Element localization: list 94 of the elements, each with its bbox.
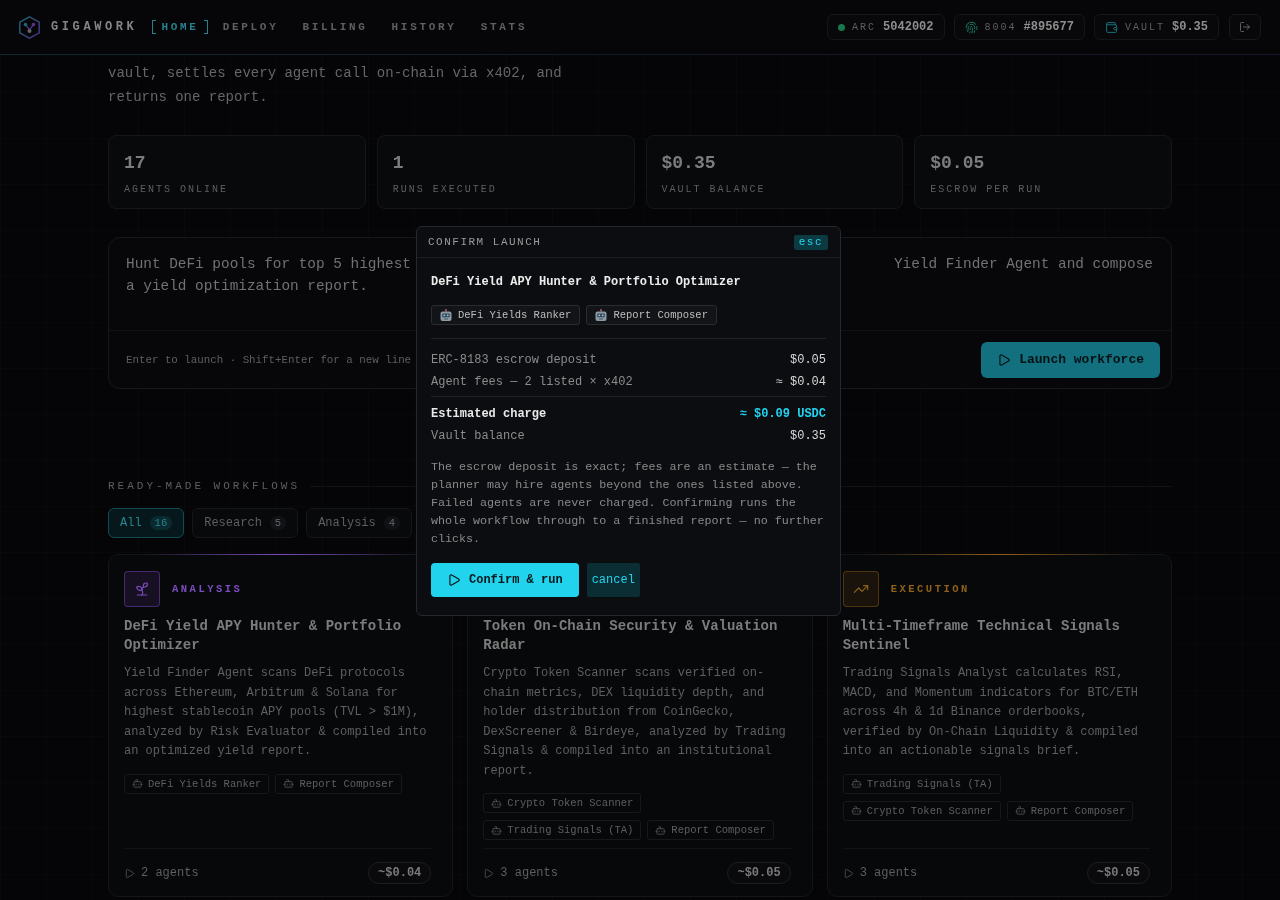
confirm-button[interactable]: Confirm & run <box>431 563 579 597</box>
nav-link[interactable]: HISTORY <box>382 17 466 37</box>
stat-label: RUNS EXECUTED <box>392 184 498 196</box>
section-title: READY-MADE WORKFLOWS <box>108 479 301 493</box>
agent-name: Report Composer <box>1030 804 1126 817</box>
prompt-text: Yield Finder Agent and compose <box>893 255 1153 274</box>
prompt-hint: Enter to launch · Shift+Enter for a new line <box>126 353 412 366</box>
status-dot-icon <box>838 23 846 31</box>
card-description: Crypto Token Scanner scans verified on-chain metrics, DEX liquidity depth, and holder distribution from CoinGecko, DexScreener & Birdeye, analyzed by Trading Signals & compiled into an institutional report. <box>483 665 787 780</box>
esc-button[interactable]: esc <box>793 234 828 250</box>
logout-icon <box>1239 21 1251 33</box>
agent-name: Report Composer <box>671 824 766 836</box>
cost-value: ≈ $0.04 <box>775 375 826 389</box>
stat-value: $0.05 <box>930 152 986 174</box>
category-label: ANALYSIS <box>172 583 243 595</box>
robot-icon <box>655 824 667 836</box>
stat-label: VAULT BALANCE <box>661 184 767 196</box>
card-title: DeFi Yield APY Hunter & Portfolio Optimizer <box>124 617 403 655</box>
robot-icon <box>1014 805 1026 816</box>
stat-value: 1 <box>392 152 405 174</box>
robot-icon <box>850 805 862 816</box>
prompt-text: Hunt DeFi pools for top 5 highest <box>126 255 411 274</box>
workflow-name: DeFi Yield APY Hunter & Portfolio Optimizer <box>431 274 742 290</box>
cost-value: $0.35 <box>790 429 826 443</box>
robot-icon <box>132 778 143 789</box>
agent-name: DeFi Yields Ranker <box>148 777 262 790</box>
agent-name: Trading Signals (TA) <box>866 777 993 790</box>
stat-value: $0.35 <box>661 152 717 174</box>
filter-tab[interactable]: All 16 <box>108 508 185 538</box>
filter-tab[interactable]: Research 5 <box>192 508 299 538</box>
nav-link[interactable]: HOME <box>152 17 208 37</box>
robot-icon <box>595 309 608 321</box>
agent-name: Crypto Token Scanner <box>507 797 634 809</box>
price-tag: ~$0.05 <box>1086 862 1150 884</box>
nav-link[interactable]: DEPLOY <box>213 17 288 37</box>
card-title: Token On-Chain Security & Valuation Radar <box>483 617 779 655</box>
pill-label: VAULT <box>1124 21 1165 33</box>
cost-value: $0.05 <box>790 353 826 367</box>
count-badge: 16 <box>149 516 173 530</box>
trend-up-icon <box>842 571 879 607</box>
play-icon <box>447 573 461 587</box>
count-badge: 4 <box>383 516 401 530</box>
robot-icon <box>491 824 503 836</box>
card-description: Yield Finder Agent scans DeFi protocols across Ethereum, Arbitrum & Solana for highest stablecoin APY pools (TVL > $1M), analyzed by Risk Evaluator & compiled into an optimized yield report. <box>124 665 428 760</box>
stat-value: 17 <box>124 152 147 174</box>
card-title: Multi-Timeframe Technical Signals Sentinel <box>842 617 1121 655</box>
brand-name: GIGAWORK <box>51 20 138 34</box>
dialog-title: CONFIRM LAUNCH <box>428 236 542 248</box>
pill-value: $0.35 <box>1172 20 1208 34</box>
filter-tab[interactable]: Analysis 4 <box>306 508 413 538</box>
agent-count: 3 agents <box>859 866 918 880</box>
cost-label: ERC-8183 escrow deposit <box>431 353 597 367</box>
logout-button[interactable] <box>1229 14 1261 40</box>
play-icon <box>842 867 854 879</box>
agent-count: 2 agents <box>141 866 199 880</box>
sprout-icon <box>124 571 160 607</box>
agent-name: Report Composer <box>613 309 708 321</box>
agent-name: Report Composer <box>299 777 394 790</box>
nav-link[interactable]: STATS <box>471 17 537 37</box>
robot-icon <box>283 778 295 789</box>
robot-icon <box>491 797 503 809</box>
play-icon <box>997 352 1012 367</box>
cancel-button[interactable]: cancel <box>586 563 640 597</box>
dialog-note: The escrow deposit is exact; fees are an estimate — the planner may hire agents beyond the ones listed above. Failed agents are never charged. Confirming runs the whole workflow through to a finished report — no further clicks. <box>431 459 825 548</box>
count-badge: 5 <box>269 516 287 530</box>
agent-name: Trading Signals (TA) <box>507 824 634 836</box>
charge-value: ≈ $0.09 USDC <box>739 407 826 421</box>
play-icon <box>483 867 495 879</box>
agent-name: Crypto Token Scanner <box>866 804 993 817</box>
robot-icon <box>850 778 862 789</box>
robot-icon <box>440 309 452 321</box>
wallet-icon <box>1104 20 1118 34</box>
card-description: Trading Signals Analyst calculates RSI, MACD, and Momentum indicators for BTC/ETH across 4h & 1d Binance orderbooks, verified by On-Chain Liquidity & compiled into an actionable signals brief. <box>842 665 1139 760</box>
cost-label: Vault balance <box>431 429 525 443</box>
nav-link[interactable]: BILLING <box>293 17 377 37</box>
hero-text: vault, settles every agent call on-chain via x402, and returns one report. <box>108 64 563 107</box>
price-tag: ~$0.04 <box>368 862 432 884</box>
pill-label: ARC <box>852 21 877 33</box>
fingerprint-icon <box>964 20 978 34</box>
charge-label: Estimated charge <box>431 407 547 421</box>
pill-label: 8004 <box>984 21 1017 33</box>
logo-icon <box>19 15 40 39</box>
prompt-text: a yield optimization report. <box>126 277 368 296</box>
price-tag: ~$0.05 <box>727 862 791 884</box>
stat-label: AGENTS ONLINE <box>124 184 229 196</box>
play-icon <box>124 867 135 879</box>
launch-button[interactable]: Launch workforce <box>981 341 1160 378</box>
category-label: EXECUTION <box>890 583 970 595</box>
stat-label: ESCROW PER RUN <box>930 184 1044 196</box>
agent-name: DeFi Yields Ranker <box>458 309 572 321</box>
agent-count: 3 agents <box>500 866 558 880</box>
pill-value: #895677 <box>1023 20 1074 34</box>
cost-label: Agent fees — 2 listed × x402 <box>431 375 633 389</box>
pill-value: 5042002 <box>883 20 934 34</box>
